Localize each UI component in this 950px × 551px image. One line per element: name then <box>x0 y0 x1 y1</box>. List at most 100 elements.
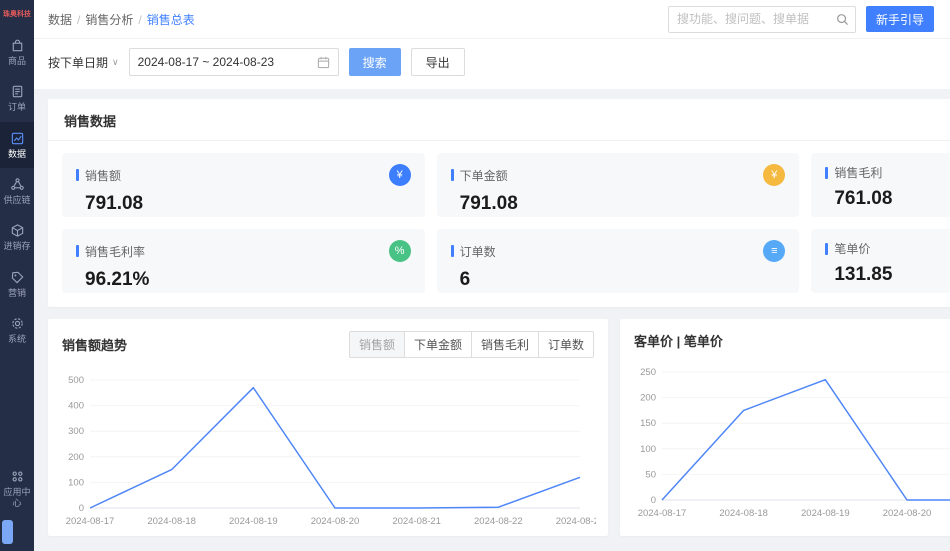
data-icon <box>10 131 25 146</box>
main-area: 数据 / 销售分析 / 销售总表 新手引导 按下单日期 ∨ 2024-08-17 ~ 2… <box>34 0 950 551</box>
sales-trend-title: 销售额趋势 <box>62 338 128 353</box>
svg-text:150: 150 <box>640 418 656 429</box>
price-card-header: 客单价 | 笔单价 <box>620 319 950 356</box>
breadcrumb-item[interactable]: 销售分析 <box>85 13 133 27</box>
metric-icon: ¥ <box>763 164 786 186</box>
content-area: 销售数据 销售额 ¥791.08 下单金额 ¥791.08 销售毛利 761.08 销售毛利… <box>34 89 950 551</box>
breadcrumb-separator: / <box>77 12 81 27</box>
metric-tile: 笔单价 131.85 <box>811 229 950 293</box>
date-type-label: 按下单日期 <box>48 55 109 70</box>
trend-tab-4[interactable]: 订单数 <box>537 331 594 358</box>
metric-icon: ≡ <box>763 240 786 262</box>
svg-text:100: 100 <box>68 477 84 488</box>
calendar-icon <box>317 56 330 69</box>
sidebar-item-label: 营销 <box>7 287 26 298</box>
search-button[interactable]: 搜索 <box>348 48 401 76</box>
top-bar: 数据 / 销售分析 / 销售总表 新手引导 <box>34 0 950 39</box>
breadcrumb-separator: / <box>138 12 142 27</box>
svg-text:2024-08-20: 2024-08-20 <box>311 516 360 527</box>
svg-text:2024-08-22: 2024-08-22 <box>474 516 523 527</box>
metric-accent-bar <box>450 169 454 181</box>
marketing-icon <box>10 270 25 285</box>
guide-button[interactable]: 新手引导 <box>865 6 934 32</box>
metric-accent-bar <box>76 169 79 181</box>
sidebar-nav: 商品订单 数据供应链进销存营销系统 <box>0 23 34 353</box>
svg-text:2024-08-17: 2024-08-17 <box>638 508 687 519</box>
sidebar-item-inventory[interactable]: 进销存 <box>0 214 34 260</box>
breadcrumb-item[interactable]: 销售总表 <box>147 13 195 27</box>
logo: 珠奥科技 <box>3 11 31 18</box>
sidebar-item-label: 进销存 <box>3 241 31 252</box>
svg-text:250: 250 <box>640 367 656 378</box>
metric-accent-bar <box>825 166 829 179</box>
sidebar-item-app-center[interactable]: 应用中心 <box>0 460 34 517</box>
metric-accent-bar <box>450 245 454 257</box>
metric-grid: 销售额 ¥791.08 下单金额 ¥791.08 销售毛利 761.08 销售毛利率% 96.… <box>48 141 950 307</box>
search-icon[interactable] <box>836 13 849 26</box>
price-chart: 0 50 100 150 200 250 2024-08-17 2024-08-18 2024-… <box>638 367 950 519</box>
sidebar-item-supply-chain[interactable]: 供应链 <box>0 168 34 214</box>
svg-text:200: 200 <box>640 393 656 404</box>
svg-text:2024-08-23: 2024-08-23 <box>556 516 596 527</box>
date-range-value: 2024-08-17 ~ 2024-08-23 <box>137 55 275 69</box>
metric-tile: 订单数 ≡ 6 <box>436 229 800 293</box>
orders-icon <box>10 84 25 99</box>
metric-icon: % <box>388 240 411 262</box>
search-input[interactable] <box>667 5 856 33</box>
breadcrumb: 数据 / 销售分析 / 销售总表 <box>48 11 195 28</box>
sidebar-item-label: 应用中心 <box>3 487 31 508</box>
date-range-input[interactable]: 2024-08-17 ~ 2024-08-23 <box>128 48 339 76</box>
breadcrumb-item[interactable]: 数据 <box>48 13 72 27</box>
price-card: 客单价 | 笔单价 0 50 100 150 200 250 2024-08-17 2024-… <box>620 319 950 536</box>
date-type-select[interactable]: 按下单日期 ∨ <box>48 54 119 71</box>
metric-icon: ¥ <box>388 164 411 186</box>
metric-value: 96.21% <box>85 269 150 290</box>
trend-tab-3[interactable]: 销售毛利 <box>470 331 539 358</box>
sales-trend-header: 销售额趋势 销售额 下单金额 销售毛利 订单数 <box>48 319 608 364</box>
inventory-icon <box>10 223 25 238</box>
metric-value: 761.08 <box>834 188 893 209</box>
metric-tile: 销售额 ¥791.08 <box>62 153 425 217</box>
sales-data-card: 销售数据 销售额 ¥791.08 下单金额 ¥791.08 销售毛利 761.08 销售毛利… <box>48 99 950 307</box>
svg-text:2024-08-18: 2024-08-18 <box>719 508 768 519</box>
svg-text:0: 0 <box>79 503 84 514</box>
system-icon <box>10 316 25 331</box>
svg-text:2024-08-18: 2024-08-18 <box>147 516 196 527</box>
trend-tab-2[interactable]: 下单金额 <box>403 331 472 358</box>
sidebar-item-label: 供应链 <box>3 195 31 206</box>
svg-text:2024-08-21: 2024-08-21 <box>392 516 441 527</box>
sidebar-item-label: 商品 <box>7 56 26 66</box>
sales-data-card-title: 销售数据 <box>48 99 950 141</box>
svg-text:2024-08-19: 2024-08-19 <box>229 516 278 527</box>
global-search <box>667 5 856 33</box>
svg-text:2024-08-17: 2024-08-17 <box>66 516 115 527</box>
trend-tab-1[interactable]: 销售额 <box>348 331 405 358</box>
app-center-icon <box>10 469 25 484</box>
sidebar-item-data[interactable]: 数据 <box>0 121 34 169</box>
goods-icon <box>10 38 25 53</box>
sidebar-expand-handle[interactable] <box>2 520 13 544</box>
metric-accent-bar <box>825 242 829 255</box>
sidebar-item-goods[interactable]: 商品 <box>0 29 34 75</box>
svg-text:200: 200 <box>68 452 84 463</box>
svg-text:2024-08-19: 2024-08-19 <box>801 508 850 519</box>
svg-text:2024-08-20: 2024-08-20 <box>883 508 932 519</box>
sidebar-item-system[interactable]: 系统 <box>0 307 34 353</box>
metric-label: 销售额 <box>85 168 122 183</box>
svg-text:400: 400 <box>68 401 84 412</box>
metric-tile: 销售毛利率% 96.21% <box>62 229 425 293</box>
svg-text:50: 50 <box>645 469 656 480</box>
svg-text:100: 100 <box>640 444 656 455</box>
charts-row: 销售额趋势 销售额 下单金额 销售毛利 订单数 0 100 200 300 400 500 202… <box>48 319 950 536</box>
svg-text:0: 0 <box>651 495 656 506</box>
chevron-down-icon: ∨ <box>112 56 119 67</box>
sidebar-item-orders[interactable]: 订单 <box>0 75 34 121</box>
metric-label: 销售毛利 <box>834 166 883 180</box>
metric-label: 销售毛利率 <box>85 244 146 259</box>
export-button[interactable]: 导出 <box>410 48 465 76</box>
sidebar-item-marketing[interactable]: 营销 <box>0 261 34 307</box>
metric-value: 791.08 <box>85 193 144 214</box>
supply-chain-icon <box>10 177 25 192</box>
price-card-title: 客单价 | 笔单价 <box>634 334 723 349</box>
app-root: 珠奥科技 商品 订单 数据 供应链 进销存 营销 系统 应用中心 数据 / 销售分析 / 销售总表 … <box>0 0 950 551</box>
